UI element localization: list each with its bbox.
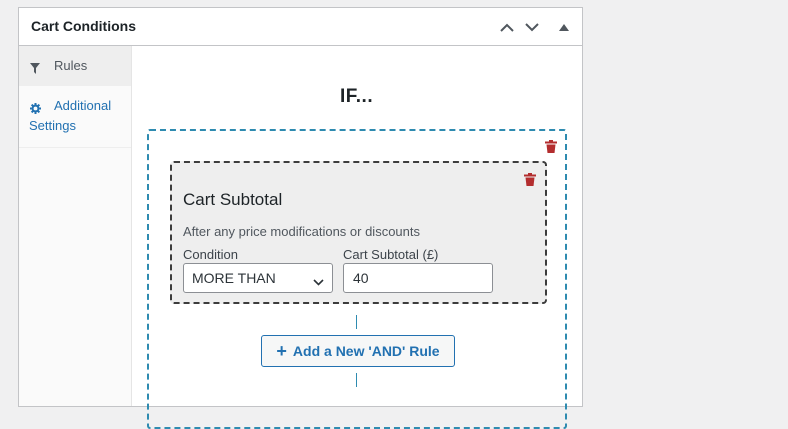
delete-rule-trash-icon[interactable]	[524, 173, 536, 186]
chevron-down-icon	[313, 273, 324, 289]
if-label: IF...	[340, 86, 374, 107]
move-down-icon[interactable]	[522, 17, 542, 37]
sidebar-item-rules[interactable]: Rules	[19, 46, 131, 86]
sidebar-item-label-line2: Settings	[29, 118, 76, 133]
cart-conditions-panel: Cart Conditions Rules Additional Setting…	[18, 7, 583, 429]
panel-header: Cart Conditions	[19, 8, 582, 46]
panel-title: Cart Conditions	[31, 18, 136, 34]
add-and-rule-label: Add a New 'AND' Rule	[292, 343, 440, 359]
connector-line-bottom	[356, 373, 357, 387]
condition-select[interactable]: MORE THAN	[183, 263, 333, 293]
condition-group: Cart Subtotal After any price modificati…	[147, 129, 567, 429]
subtotal-input[interactable]: 40	[343, 263, 493, 293]
plus-icon: +	[276, 341, 287, 361]
rule-title: Cart Subtotal	[183, 190, 283, 209]
condition-label: Condition	[183, 247, 238, 262]
subtotal-input-value: 40	[353, 270, 369, 286]
delete-group-trash-icon[interactable]	[545, 140, 557, 153]
rule-card-cart-subtotal: Cart Subtotal After any price modificati…	[170, 161, 547, 304]
sidebar-item-label-line1: Additional	[54, 98, 112, 113]
sidebar-item-label: Rules	[54, 58, 88, 73]
collapse-toggle-icon[interactable]	[554, 17, 574, 37]
subtotal-label: Cart Subtotal (£)	[343, 247, 439, 262]
rule-description: After any price modifications or discoun…	[183, 224, 420, 239]
filter-icon	[30, 60, 40, 80]
sidebar-item-additional-settings[interactable]: Additional Settings	[19, 86, 131, 148]
connector-line-top	[356, 315, 357, 329]
condition-select-value: MORE THAN	[192, 270, 276, 286]
move-up-icon[interactable]	[497, 17, 517, 37]
rules-content: IF... Cart Subtotal After any price modi…	[132, 46, 582, 429]
add-and-rule-button[interactable]: + Add a New 'AND' Rule	[261, 335, 455, 367]
sidebar: Rules Additional Settings	[19, 46, 132, 406]
